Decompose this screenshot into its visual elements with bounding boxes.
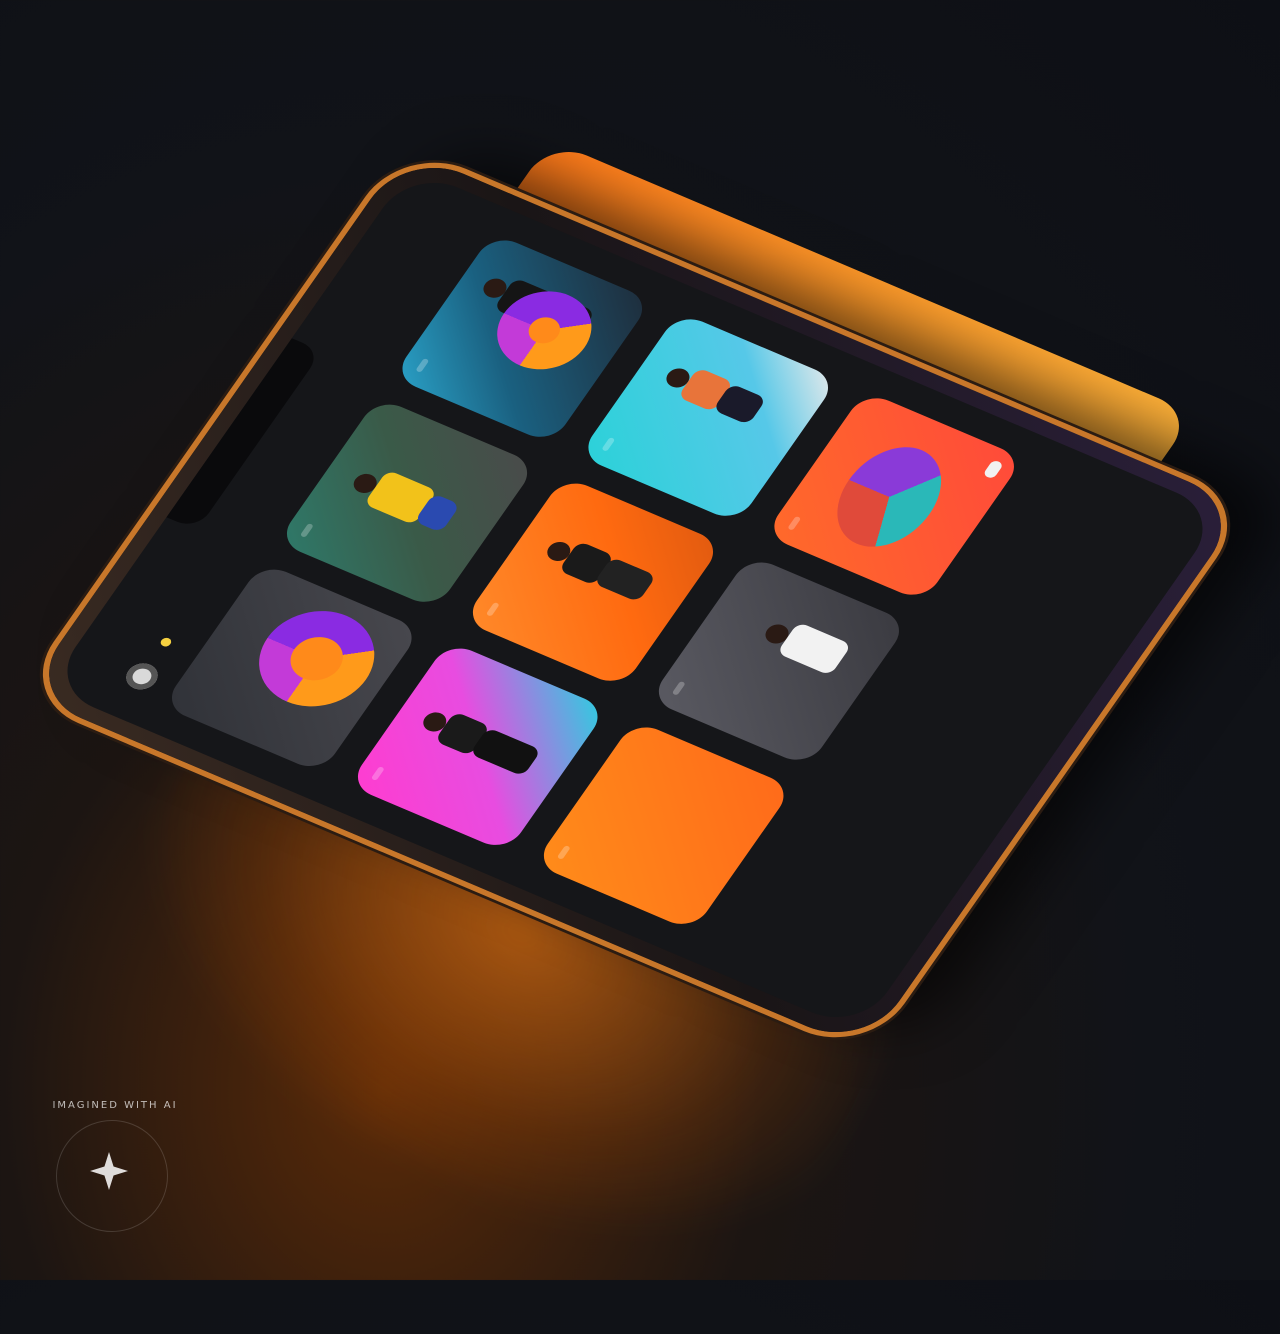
card-tag <box>601 437 616 452</box>
card-tag <box>370 766 385 781</box>
avatar[interactable] <box>120 659 164 694</box>
pie-icon <box>816 433 962 561</box>
card-tag <box>787 516 802 531</box>
card-tag <box>299 522 315 538</box>
card-tag <box>671 680 686 696</box>
notification-dot-icon[interactable] <box>158 636 174 648</box>
watermark-text: IMAGINED WITH AI <box>52 1100 178 1111</box>
card-action-button[interactable] <box>982 459 1004 480</box>
card-tag <box>485 601 501 617</box>
card-tag <box>556 845 571 860</box>
scene: IMAGINED WITH AI <box>0 0 1280 1334</box>
ring-icon <box>237 594 397 723</box>
card-tag <box>415 358 430 374</box>
